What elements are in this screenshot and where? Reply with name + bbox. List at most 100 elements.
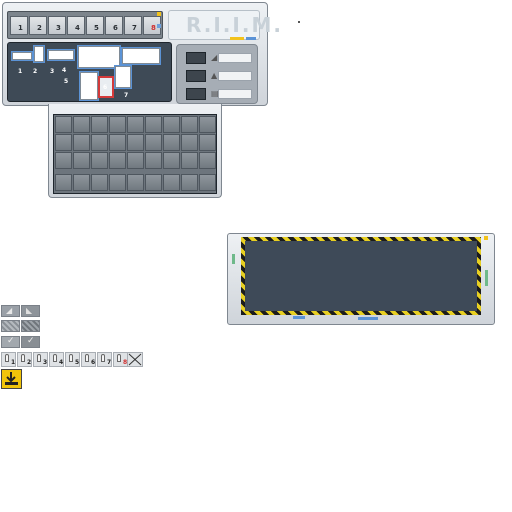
ammo-slot[interactable]: 8 — [113, 352, 128, 367]
inventory-slot[interactable] — [109, 116, 126, 133]
inventory-slot[interactable] — [55, 152, 72, 169]
quick-slot[interactable] — [109, 174, 126, 191]
weapon-slot-label: 1 — [18, 68, 23, 75]
inventory-slot[interactable] — [181, 134, 198, 151]
stat-field — [218, 89, 252, 99]
weapon-slot-pistol[interactable] — [34, 46, 44, 62]
weapon-slot-label: 4 — [62, 67, 67, 74]
logo-accent-blue — [246, 37, 256, 40]
boot-icon: ◢ — [211, 53, 218, 62]
hotbar-slot-number: 2 — [37, 24, 42, 32]
quick-slot[interactable] — [181, 174, 198, 191]
ammo-slot[interactable]: 3 — [33, 352, 48, 367]
marker-dot — [298, 21, 300, 23]
inventory-slot[interactable] — [91, 116, 108, 133]
inventory-slot[interactable] — [127, 134, 144, 151]
ammo-slot[interactable]: 5 — [65, 352, 80, 367]
weapon-slot-mine[interactable] — [115, 66, 131, 88]
ammo-slot[interactable]: 4 — [49, 352, 64, 367]
inventory-slot[interactable] — [145, 152, 162, 169]
weapon-slot-launcher[interactable] — [122, 48, 160, 64]
weapon-slot-smg[interactable] — [48, 50, 74, 60]
hotbar-slot[interactable]: 5 — [86, 16, 104, 35]
inventory-slot[interactable] — [73, 134, 90, 151]
hotbar-slot-number: 5 — [94, 24, 99, 32]
drop-item-button[interactable] — [1, 369, 22, 389]
inventory-slot[interactable] — [91, 134, 108, 151]
check-button-hover[interactable]: ✓ — [21, 336, 40, 348]
inventory-slot[interactable] — [163, 134, 180, 151]
weapon-slot-shield[interactable] — [80, 72, 98, 100]
display-screen — [245, 241, 477, 311]
display-led-left — [232, 254, 235, 264]
display-led-right — [485, 270, 488, 286]
bullet-icon — [21, 354, 25, 362]
check-button-normal[interactable]: ✓ — [1, 336, 20, 348]
inventory-slot[interactable] — [127, 152, 144, 169]
ammo-slot[interactable]: 1 — [1, 352, 16, 367]
logo-text: R.I.I.M. — [186, 13, 283, 37]
weapon-slot-label: 7 — [124, 92, 129, 99]
weapon-slot-label: 2 — [33, 68, 38, 75]
ammo-slot[interactable]: 6 — [81, 352, 96, 367]
inventory-slot[interactable] — [181, 152, 198, 169]
quick-slot[interactable] — [145, 174, 162, 191]
stat-field — [218, 71, 252, 81]
boot-button-hover[interactable]: ◣ — [21, 305, 40, 317]
weapon-slot-rifle[interactable] — [78, 46, 120, 68]
inventory-slot[interactable] — [199, 116, 216, 133]
hotbar-slot[interactable]: 7 — [124, 16, 142, 35]
ammo-slot-number: 5 — [75, 359, 80, 366]
weapon-slot-knife[interactable] — [12, 52, 32, 60]
weapon-slot-label: 3 — [50, 68, 55, 75]
inventory-slot[interactable] — [163, 152, 180, 169]
inventory-slot[interactable] — [55, 134, 72, 151]
quick-slot[interactable] — [55, 174, 72, 191]
logo-accent-yellow — [230, 37, 244, 40]
stat-field — [218, 53, 252, 63]
bullet-icon — [69, 354, 73, 362]
hotbar-slot-number: 6 — [113, 24, 118, 32]
ammo-slot[interactable]: 2 — [17, 352, 32, 367]
quick-slot[interactable] — [127, 174, 144, 191]
quick-slot[interactable] — [73, 174, 90, 191]
stripe-button-normal[interactable] — [1, 320, 20, 332]
stat-value-box — [186, 88, 206, 100]
display-accent-1 — [293, 316, 305, 319]
ammo-slot-number: 3 — [43, 359, 48, 366]
inventory-slot[interactable] — [181, 116, 198, 133]
inventory-slot[interactable] — [145, 134, 162, 151]
flask-icon: ▲ — [211, 71, 218, 80]
inventory-slot[interactable] — [145, 116, 162, 133]
hotbar-slot[interactable]: 4 — [67, 16, 85, 35]
display-accent-2 — [358, 317, 378, 320]
ammo-slot-number: 2 — [27, 359, 32, 366]
ammo-close-icon[interactable] — [127, 352, 143, 367]
quick-slot[interactable] — [91, 174, 108, 191]
ammo-slot[interactable]: 7 — [97, 352, 112, 367]
weapon-slot-label: 6 — [103, 84, 108, 91]
weapon-slot-label: 5 — [64, 78, 69, 85]
quick-slot[interactable] — [163, 174, 180, 191]
ammo-slot-number: 6 — [91, 359, 96, 366]
inventory-slot[interactable] — [73, 152, 90, 169]
inventory-slot[interactable] — [199, 152, 216, 169]
boot-button-normal[interactable]: ◢ — [1, 305, 20, 317]
bullet-icon — [85, 354, 89, 362]
inventory-slot[interactable] — [199, 134, 216, 151]
hotbar-slot[interactable]: 2 — [29, 16, 47, 35]
stripe-button-hover[interactable] — [21, 320, 40, 332]
inventory-slot[interactable] — [55, 116, 72, 133]
hotbar-indicator-2 — [157, 24, 161, 28]
bullet-icon — [53, 354, 57, 362]
hotbar-slot[interactable]: 6 — [105, 16, 123, 35]
hotbar-slot[interactable]: 3 — [48, 16, 66, 35]
inventory-slot[interactable] — [73, 116, 90, 133]
inventory-slot[interactable] — [163, 116, 180, 133]
inventory-slot[interactable] — [127, 116, 144, 133]
inventory-slot[interactable] — [109, 134, 126, 151]
quick-slot[interactable] — [199, 174, 216, 191]
inventory-slot[interactable] — [109, 152, 126, 169]
hotbar-slot[interactable]: 1 — [10, 16, 28, 35]
inventory-slot[interactable] — [91, 152, 108, 169]
